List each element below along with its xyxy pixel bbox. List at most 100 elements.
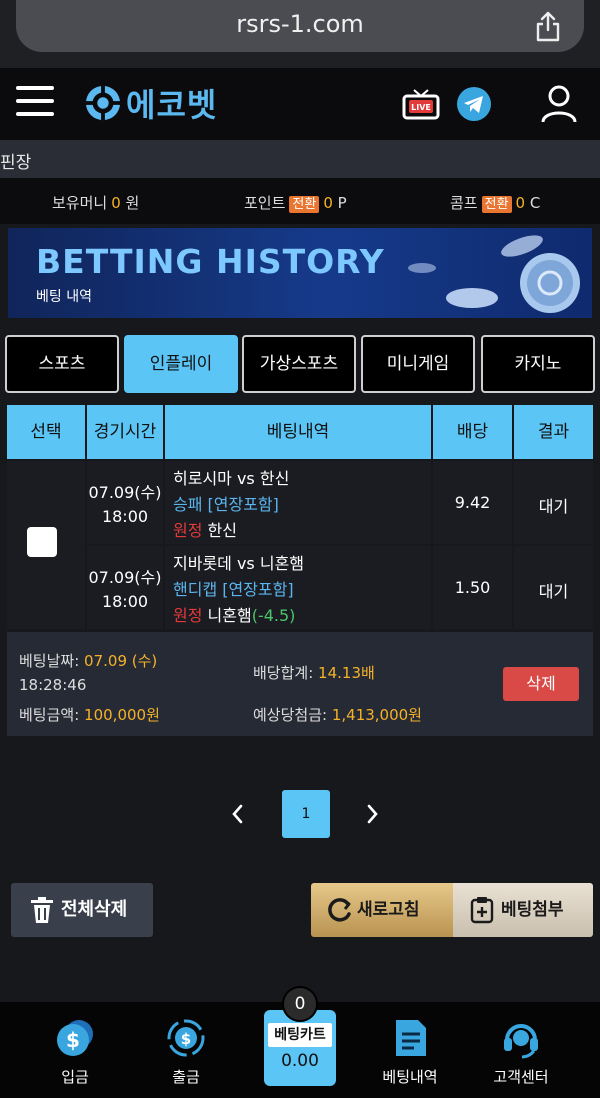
point-convert-button[interactable]: 전환 xyxy=(289,196,320,213)
svg-text:$: $ xyxy=(181,1030,191,1048)
bet-cart-value: 0.00 xyxy=(281,1051,319,1071)
category-tabs: 스포츠 인플레이 가상스포츠 미니게임 카지노 xyxy=(5,335,595,395)
comp-value: 0 xyxy=(515,194,526,212)
bet-cart-label: 베팅카트 xyxy=(268,1023,332,1047)
odds-total-value: 14.13배 xyxy=(318,664,375,682)
expected-win-value: 1,413,000원 xyxy=(331,706,422,724)
deposit-coin-icon: $ xyxy=(57,1020,93,1056)
banner-subtitle: 베팅 내역 xyxy=(36,289,92,305)
row-pick: 원정 니혼햄(-4.5) xyxy=(173,602,295,626)
bet-date: 베팅날짜: 07.09 (수) xyxy=(19,650,157,671)
comp-label: 콤프 xyxy=(450,194,478,212)
nav-bet-history[interactable]: 베팅내역 xyxy=(360,1016,460,1087)
nav-support-label: 고객센터 xyxy=(493,1068,549,1086)
comp-balance: 콤프 전환 0 C xyxy=(450,192,540,213)
table-row-result: 대기 xyxy=(514,461,593,544)
bet-summary: 베팅날짜: 07.09 (수) 18:28:46 베팅금액: 100,000원 … xyxy=(7,632,593,736)
nav-withdraw[interactable]: $ 출금 xyxy=(136,1016,236,1087)
row-result: 대기 xyxy=(538,497,569,516)
delete-button[interactable]: 삭제 xyxy=(503,667,579,701)
row-pick-team: 한신 xyxy=(207,521,237,540)
refresh-icon xyxy=(328,898,351,922)
point-unit: P xyxy=(337,194,347,212)
expected-win-label: 예상당첨금: xyxy=(253,706,328,724)
chevron-right-icon[interactable] xyxy=(360,800,384,828)
svg-text:$: $ xyxy=(66,1028,80,1052)
point-value: 0 xyxy=(323,194,333,212)
refresh-button[interactable]: 새로고침 xyxy=(311,883,453,937)
row-pick-team: 니혼햄 xyxy=(207,606,252,625)
odds-total: 배당합계: 14.13배 xyxy=(253,662,375,683)
tab-sports[interactable]: 스포츠 xyxy=(5,335,119,393)
column-header-select: 선택 xyxy=(7,405,85,459)
tab-virtual-sports[interactable]: 가상스포츠 xyxy=(242,335,356,393)
table-row-odds: 9.42 xyxy=(433,461,512,544)
tab-minigame[interactable]: 미니게임 xyxy=(361,335,475,393)
bet-amount: 베팅금액: 100,000원 xyxy=(19,704,160,725)
table-row-bet: 히로시마 vs 한신 승패 [연장포함] 원정 한신 xyxy=(165,461,431,544)
money-value: 0 xyxy=(111,194,121,212)
bet-date-value: 07.09 (수) xyxy=(84,652,158,670)
point-label: 포인트 xyxy=(244,194,286,212)
logo[interactable]: 에코벳 xyxy=(84,81,217,125)
nav-deposit[interactable]: $ 입금 xyxy=(25,1016,125,1087)
wallet-bar: 보유머니 0 원 포인트 전환 0 P 콤프 전환 0 C xyxy=(0,178,600,224)
clipboard-plus-icon xyxy=(470,897,494,924)
delete-all-button[interactable]: 전체삭제 xyxy=(11,883,153,937)
row-side: 원정 xyxy=(173,606,203,625)
nav-support[interactable]: 고객센터 xyxy=(471,1016,571,1087)
row-date: 07.09(수) xyxy=(88,568,162,587)
tab-inplay[interactable]: 인플레이 xyxy=(124,335,238,393)
nav-deposit-label: 입금 xyxy=(61,1068,89,1086)
row-time: 18:00 xyxy=(101,592,149,611)
chevron-left-icon[interactable] xyxy=(226,800,250,828)
money-label: 보유머니 xyxy=(52,194,108,212)
live-tv-icon[interactable]: LIVE xyxy=(402,88,440,122)
table-header: 선택 경기시간 베팅내역 배당 결과 xyxy=(7,405,593,459)
bet-cart-count-badge: 0 xyxy=(282,986,318,1022)
telegram-icon[interactable] xyxy=(456,86,492,122)
point-balance: 포인트 전환 0 P xyxy=(244,192,347,213)
attach-bet-label: 베팅첨부 xyxy=(501,900,564,920)
bet-amount-value: 100,000원 xyxy=(84,706,160,724)
banner-title: BETTING HISTORY xyxy=(36,242,385,281)
nav-bet-history-label: 베팅내역 xyxy=(382,1068,438,1086)
refresh-label: 새로고침 xyxy=(357,900,420,920)
table-row-bet: 지바롯데 vs 니혼햄 핸디캡 [연장포함] 원정 니혼햄(-4.5) xyxy=(165,546,431,629)
menu-icon[interactable] xyxy=(16,86,54,120)
row-result: 대기 xyxy=(538,582,569,601)
column-header-odds: 배당 xyxy=(433,405,512,459)
logo-text: 에코벳 xyxy=(126,86,218,124)
sub-nav: 핀장 xyxy=(0,140,600,178)
share-icon[interactable] xyxy=(534,10,562,42)
row-side: 원정 xyxy=(173,521,203,540)
document-icon xyxy=(396,1020,426,1056)
row-handicap: (-4.5) xyxy=(251,606,296,625)
coins-illustration-icon xyxy=(408,235,580,313)
attach-bet-button[interactable]: 베팅첨부 xyxy=(453,883,593,937)
row-market: 승패 [연장포함] xyxy=(173,495,279,514)
sub-nav-item[interactable]: 핀장 xyxy=(0,148,31,173)
expected-win: 예상당첨금: 1,413,000원 xyxy=(253,704,422,725)
money-balance: 보유머니 0 원 xyxy=(52,192,139,213)
odds-total-label: 배당합계: xyxy=(253,664,314,682)
page-number[interactable]: 1 xyxy=(282,790,330,838)
bet-checkbox[interactable] xyxy=(27,527,57,557)
url-text: rsrs-1.com xyxy=(236,10,364,38)
row-time: 18:00 xyxy=(101,507,149,526)
table-row-odds: 1.50 xyxy=(433,546,512,629)
user-icon[interactable] xyxy=(540,84,578,124)
table-row-time: 07.09(수) 18:00 xyxy=(87,546,163,629)
delete-all-label: 전체삭제 xyxy=(61,899,128,920)
column-header-time: 경기시간 xyxy=(87,405,163,459)
row-match: 지바롯데 vs 니혼햄 xyxy=(173,554,305,573)
row-pick: 원정 한신 xyxy=(173,517,237,541)
address-bar[interactable]: rsrs-1.com xyxy=(16,0,584,52)
comp-convert-button[interactable]: 전환 xyxy=(481,196,512,213)
column-header-bet: 베팅내역 xyxy=(165,405,431,459)
logo-mark-icon xyxy=(85,85,121,121)
table-row-result: 대기 xyxy=(514,546,593,629)
select-cell xyxy=(7,461,85,629)
money-unit: 원 xyxy=(125,194,140,212)
tab-casino[interactable]: 카지노 xyxy=(481,335,595,393)
